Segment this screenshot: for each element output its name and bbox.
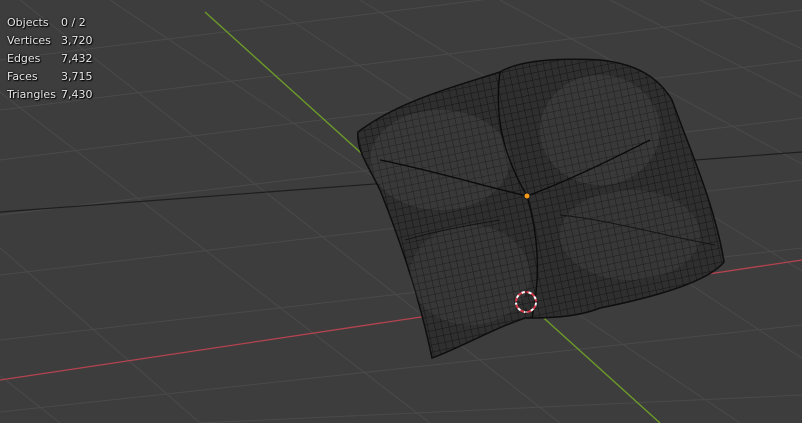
stat-label: Edges <box>7 52 41 65</box>
stat-row-triangles: Triangles 7,430 <box>7 86 93 104</box>
stat-row-objects: Objects 0 / 2 <box>7 14 93 32</box>
stat-label: Objects <box>7 16 49 29</box>
stat-row-faces: Faces 3,715 <box>7 68 93 86</box>
object-origin-dot[interactable] <box>523 192 531 200</box>
stat-row-vertices: Vertices 3,720 <box>7 32 93 50</box>
stat-value: 7,430 <box>61 88 93 101</box>
pillow-mesh[interactable] <box>357 58 725 359</box>
stat-value: 3,720 <box>61 34 93 47</box>
stat-row-edges: Edges 7,432 <box>7 50 93 68</box>
stat-value: 3,715 <box>61 70 93 83</box>
stat-value: 7,432 <box>61 52 93 65</box>
stat-label: Triangles <box>7 88 56 101</box>
statistics-overlay: Objects 0 / 2 Vertices 3,720 Edges 7,432… <box>7 14 93 104</box>
viewport-scene[interactable] <box>0 0 802 423</box>
3d-viewport[interactable]: Objects 0 / 2 Vertices 3,720 Edges 7,432… <box>0 0 802 423</box>
stat-value: 0 / 2 <box>61 16 86 29</box>
stat-label: Faces <box>7 70 38 83</box>
stat-label: Vertices <box>7 34 51 47</box>
